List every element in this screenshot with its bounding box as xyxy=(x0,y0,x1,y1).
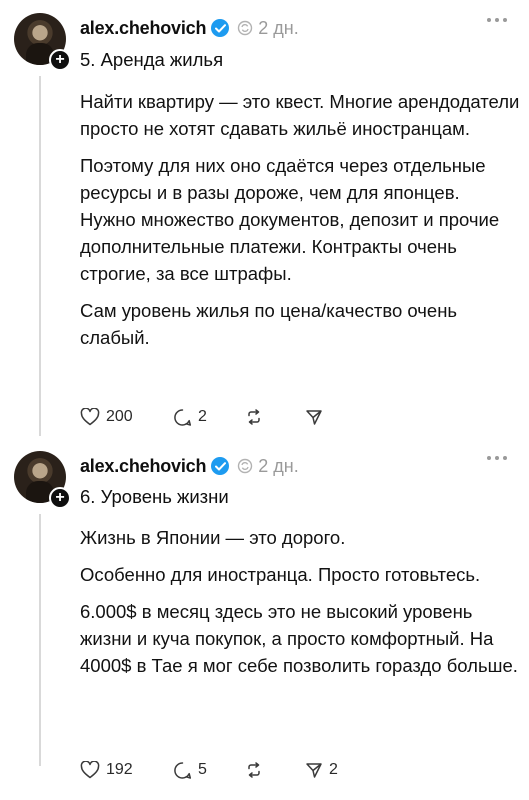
send-icon xyxy=(306,763,322,778)
thread-post-1: + alex.chehovich 2 дн. 5. Аренда жилья Н… xyxy=(0,0,529,438)
post-paragraph: 6.000$ в месяц здесь это не высокий уров… xyxy=(80,601,518,676)
post-body: Жизнь в Японии — это дорого. Особенно дл… xyxy=(80,524,520,689)
verified-badge-icon xyxy=(211,457,230,475)
follow-plus-icon[interactable]: + xyxy=(49,487,71,509)
post-subtitle: 6. Уровень жизни xyxy=(80,486,229,507)
post-header: alex.chehovich 2 дн. xyxy=(80,14,299,42)
thread-line xyxy=(39,76,41,436)
reply-count: 5 xyxy=(198,761,207,778)
repost-icon xyxy=(237,20,253,36)
username[interactable]: alex.chehovich xyxy=(80,456,206,477)
repost-icon xyxy=(237,458,253,474)
post-subtitle: 5. Аренда жилья xyxy=(80,49,224,70)
more-dots-icon[interactable] xyxy=(487,18,507,22)
action-bar: 192 5 2 xyxy=(80,758,338,782)
like-count: 200 xyxy=(106,408,133,425)
username[interactable]: alex.chehovich xyxy=(80,18,206,39)
more-dots-icon[interactable] xyxy=(487,456,507,460)
repost-button[interactable] xyxy=(245,408,305,426)
comment-icon xyxy=(174,408,192,426)
heart-icon xyxy=(80,761,100,779)
post-paragraph: Найти квартиру — это квест. Многие аренд… xyxy=(80,91,520,139)
share-button[interactable]: 2 xyxy=(305,761,338,779)
repost-button[interactable] xyxy=(245,761,305,779)
post-header: alex.chehovich 2 дн. xyxy=(80,452,299,480)
like-count: 192 xyxy=(106,761,133,778)
follow-plus-icon[interactable]: + xyxy=(49,49,71,71)
thread-line xyxy=(39,514,41,766)
repost-icon xyxy=(248,762,260,778)
reply-button[interactable]: 5 xyxy=(173,761,245,780)
thread-post-2: + alex.chehovich 2 дн. 6. Уровень жизни … xyxy=(0,438,529,800)
post-paragraph: Особенно для иностранца. Просто готовьте… xyxy=(80,564,481,585)
post-paragraph: Сам уровень жилья по цена/качество очень… xyxy=(80,300,458,348)
post-time: 2 дн. xyxy=(258,17,299,38)
post-body: Найти квартиру — это квест. Многие аренд… xyxy=(80,88,520,361)
share-count: 2 xyxy=(329,761,338,778)
heart-icon xyxy=(80,408,100,426)
comment-icon xyxy=(174,761,192,779)
post-paragraph: Жизнь в Японии — это дорого. xyxy=(80,527,346,548)
share-button[interactable] xyxy=(305,408,329,426)
action-bar: 200 2 xyxy=(80,405,329,429)
like-button[interactable]: 200 xyxy=(80,408,173,426)
reply-count: 2 xyxy=(198,408,207,425)
like-button[interactable]: 192 xyxy=(80,761,173,779)
avatar-container[interactable]: + xyxy=(14,13,71,71)
reply-button[interactable]: 2 xyxy=(173,408,245,427)
post-time: 2 дн. xyxy=(258,455,299,476)
repost-icon xyxy=(248,409,260,425)
verified-badge-icon xyxy=(211,19,230,37)
avatar-container[interactable]: + xyxy=(14,451,71,509)
send-icon xyxy=(306,410,322,425)
post-paragraph: Поэтому для них оно сдаётся через отдель… xyxy=(80,155,500,284)
